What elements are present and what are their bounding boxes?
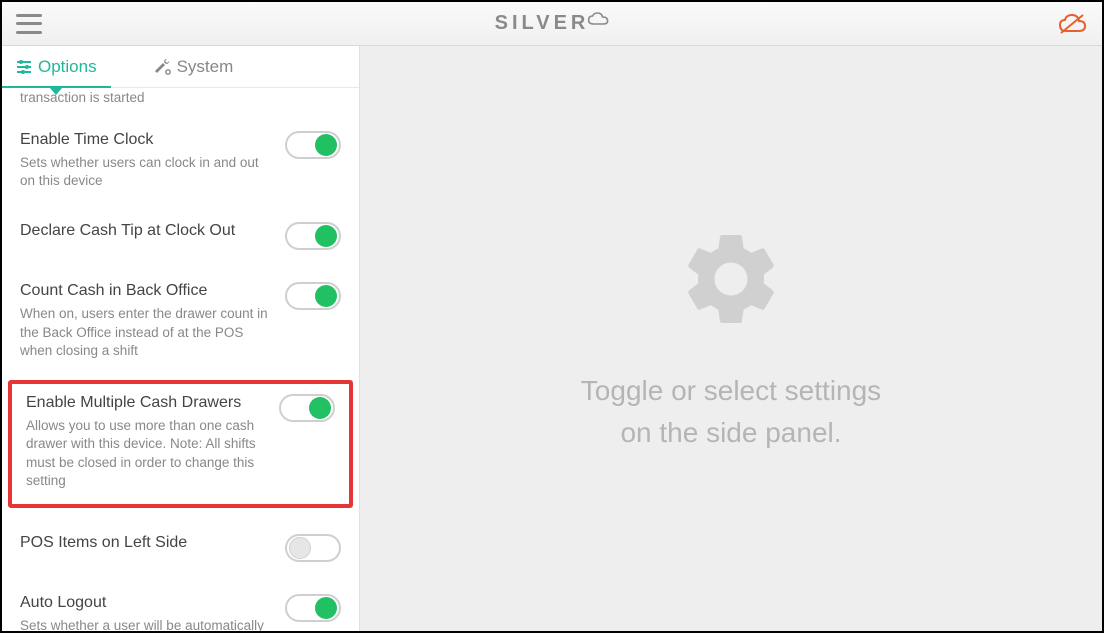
settings-list[interactable]: transaction is started Enable Time Clock… bbox=[2, 88, 359, 631]
tab-options[interactable]: Options bbox=[2, 46, 111, 87]
highlighted-setting: Enable Multiple Cash Drawers Allows you … bbox=[8, 380, 353, 508]
setting-title: Auto Logout bbox=[20, 594, 273, 612]
placeholder-line-1: Toggle or select settings bbox=[581, 370, 881, 412]
tab-system[interactable]: System bbox=[141, 46, 248, 87]
settings-sidebar: Options System transaction is started En… bbox=[2, 46, 360, 631]
toggle-pos-items-left[interactable] bbox=[285, 534, 341, 562]
toggle-count-cash-back-office[interactable] bbox=[285, 282, 341, 310]
placeholder-line-2: on the side panel. bbox=[581, 412, 881, 454]
tab-options-label: Options bbox=[38, 57, 97, 77]
logo-text: SILVER bbox=[495, 12, 590, 35]
gear-icon bbox=[676, 224, 786, 334]
wrench-icon bbox=[155, 59, 171, 75]
setting-desc: When on, users enter the drawer count in… bbox=[20, 305, 273, 360]
setting-enable-time-clock: Enable Time Clock Sets whether users can… bbox=[2, 117, 359, 208]
setting-title: Enable Time Clock bbox=[20, 131, 273, 149]
setting-desc: Sets whether a user will be automaticall… bbox=[20, 617, 273, 631]
setting-desc: Allows you to use more than one cash dra… bbox=[26, 417, 267, 490]
cloud-offline-icon bbox=[1058, 13, 1088, 35]
setting-title: POS Items on Left Side bbox=[20, 534, 273, 552]
setting-declare-cash-tip: Declare Cash Tip at Clock Out bbox=[2, 208, 359, 268]
setting-title: Count Cash in Back Office bbox=[20, 282, 273, 300]
setting-count-cash-back-office: Count Cash in Back Office When on, users… bbox=[2, 268, 359, 378]
menu-icon[interactable] bbox=[16, 14, 42, 34]
toggle-enable-time-clock[interactable] bbox=[285, 131, 341, 159]
toggle-auto-logout[interactable] bbox=[285, 594, 341, 622]
tab-system-label: System bbox=[177, 57, 234, 77]
cloud-icon bbox=[587, 12, 609, 26]
detail-pane: Toggle or select settings on the side pa… bbox=[360, 46, 1102, 631]
toggle-declare-cash-tip[interactable] bbox=[285, 222, 341, 250]
sliders-icon bbox=[16, 59, 32, 75]
setting-title: Enable Multiple Cash Drawers bbox=[26, 394, 267, 412]
setting-title: Declare Cash Tip at Clock Out bbox=[20, 222, 273, 240]
toggle-multiple-cash-drawers[interactable] bbox=[279, 394, 335, 422]
setting-pos-items-left: POS Items on Left Side bbox=[2, 510, 359, 580]
app-logo: SILVER bbox=[495, 12, 610, 35]
sidebar-tabs: Options System bbox=[2, 46, 359, 88]
setting-desc: Sets whether users can clock in and out … bbox=[20, 154, 273, 190]
setting-auto-logout: Auto Logout Sets whether a user will be … bbox=[2, 580, 359, 631]
detail-placeholder-text: Toggle or select settings on the side pa… bbox=[581, 370, 881, 454]
app-header: SILVER bbox=[2, 2, 1102, 46]
